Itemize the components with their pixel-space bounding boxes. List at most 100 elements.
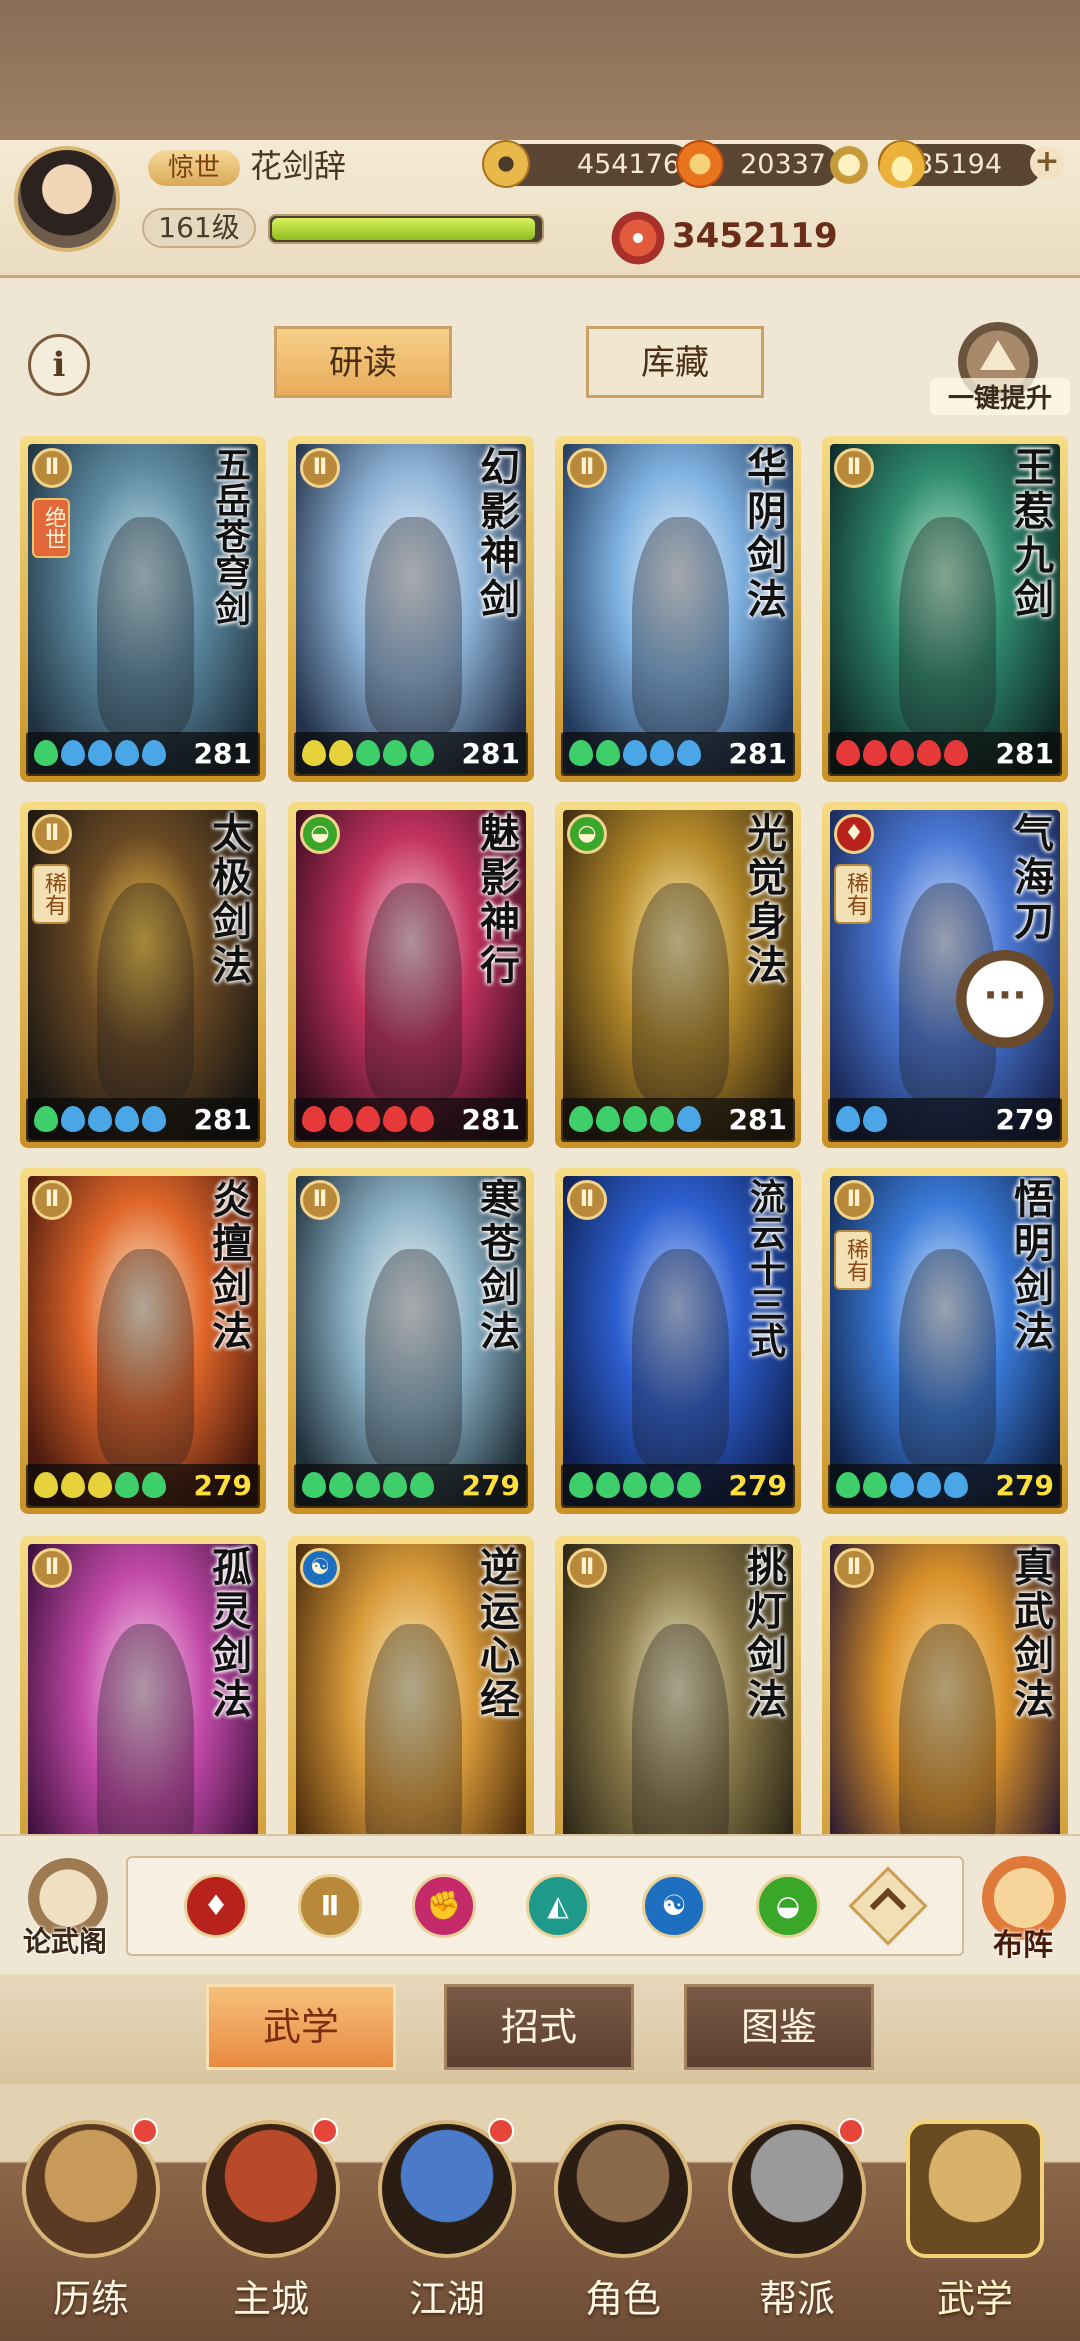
subtab-martial-arts[interactable]: 武学: [206, 1984, 396, 2070]
green-gem-icon: [329, 1472, 353, 1498]
card-stat-bar: 281: [26, 1098, 260, 1142]
lunwu-pavilion-button[interactable]: 论武阁: [10, 1858, 120, 1968]
martial-art-card[interactable]: Ⅱ 炎擅剑法 279: [20, 1168, 266, 1514]
green-gem-icon: [623, 1106, 647, 1132]
green-gem-icon: [383, 1472, 407, 1498]
card-name: 王惹九剑: [1007, 446, 1054, 622]
martial-art-card[interactable]: Ⅱ 挑灯剑法: [555, 1536, 801, 1834]
sword-type-icon: Ⅱ: [32, 448, 72, 488]
card-level: 281: [995, 737, 1054, 770]
card-rarity-badge: 稀有: [834, 864, 872, 924]
green-gem-icon: [115, 1472, 139, 1498]
card-level: 279: [995, 1103, 1054, 1136]
green-gem-icon: [650, 1106, 674, 1132]
martial-art-card[interactable]: ☯ 逆运心经: [288, 1536, 534, 1834]
blue-gem-icon: [863, 1106, 887, 1132]
lightfoot-type-icon: ◒: [300, 814, 340, 854]
martial-art-card[interactable]: Ⅱ 真武剑法: [822, 1536, 1068, 1834]
green-gem-icon: [569, 740, 593, 766]
sword-type-icon: Ⅱ: [32, 814, 72, 854]
blue-gem-icon: [115, 740, 139, 766]
spirit-leaf-icon: [676, 140, 724, 188]
card-name: 悟明剑法: [1007, 1178, 1054, 1354]
martial-art-card[interactable]: Ⅱ 寒苍剑法 279: [288, 1168, 534, 1514]
card-name: 炎擅剑法: [205, 1178, 252, 1354]
red-gem-icon: [917, 740, 941, 766]
card-level: 281: [193, 737, 252, 770]
blade-filter-icon[interactable]: ♦: [184, 1874, 248, 1938]
red-gem-icon: [944, 740, 968, 766]
blue-gem-icon: [115, 1106, 139, 1132]
martial-art-card[interactable]: Ⅱ 孤灵剑法: [20, 1536, 266, 1834]
green-gem-icon: [623, 1472, 647, 1498]
nav-label: 历练: [52, 2277, 129, 2321]
inner-filter-icon[interactable]: ☯: [642, 1874, 706, 1938]
martial-art-card[interactable]: ◒ 魅影神行 281: [288, 802, 534, 1148]
inner-type-icon: ☯: [300, 1548, 340, 1588]
blue-gem-icon: [61, 740, 85, 766]
recharge-plus-button[interactable]: +: [1030, 146, 1064, 180]
sword-type-icon: Ⅱ: [300, 448, 340, 488]
card-stat-bar: 279: [26, 1464, 260, 1508]
lightfoot-filter-icon[interactable]: ◒: [756, 1874, 820, 1938]
martial-art-card[interactable]: Ⅱ 绝世 五岳苍穹剑 281: [20, 436, 266, 782]
green-gem-icon: [863, 1472, 887, 1498]
tab-study[interactable]: 研读: [274, 326, 452, 398]
card-stat-bar: 281: [294, 732, 528, 776]
card-rarity-badge: 绝世: [32, 498, 70, 558]
sword-type-icon: Ⅱ: [32, 1548, 72, 1588]
green-gem-icon: [836, 1472, 860, 1498]
chat-bubble-button[interactable]: ···: [956, 950, 1054, 1048]
top-status-band: [0, 0, 1080, 140]
fist-filter-icon[interactable]: ✊: [412, 1874, 476, 1938]
formation-button[interactable]: 布阵: [968, 1856, 1078, 1966]
card-level: 279: [728, 1469, 787, 1502]
player-avatar[interactable]: [14, 146, 120, 252]
combat-power-value: 3452119: [672, 216, 838, 256]
green-gem-icon: [410, 1472, 434, 1498]
card-rarity-badge: 稀有: [834, 1230, 872, 1290]
card-name: 华阴剑法: [740, 446, 787, 622]
green-gem-icon: [569, 1472, 593, 1498]
martial-art-card[interactable]: Ⅱ 流云十三式 279: [555, 1168, 801, 1514]
sword-type-icon: Ⅱ: [834, 1548, 874, 1588]
yellow-gem-icon: [329, 740, 353, 766]
subtab-codex[interactable]: 图鉴: [684, 1984, 874, 2070]
martial-art-card[interactable]: Ⅱ 华阴剑法 281: [555, 436, 801, 782]
subtab-moves[interactable]: 招式: [444, 1984, 634, 2070]
martial-art-card[interactable]: Ⅱ 幻影神剑 281: [288, 436, 534, 782]
card-level: 279: [193, 1469, 252, 1502]
nav-training[interactable]: 历练: [6, 2100, 176, 2330]
martial-art-card[interactable]: ◒ 光觉身法 281: [555, 802, 801, 1148]
blue-gem-icon: [677, 740, 701, 766]
blue-gem-icon: [142, 740, 166, 766]
sword-type-icon: Ⅱ: [300, 1180, 340, 1220]
martial-art-card[interactable]: Ⅱ 稀有 悟明剑法 279: [822, 1168, 1068, 1514]
info-button[interactable]: i: [28, 334, 90, 396]
card-rarity-badge: 稀有: [32, 864, 70, 924]
card-name: 光觉身法: [740, 812, 787, 988]
martial-art-card[interactable]: Ⅱ 王惹九剑 281: [822, 436, 1068, 782]
nav-character[interactable]: 角色: [538, 2100, 708, 2330]
xp-bar-fill: [272, 218, 535, 240]
nav-main-city[interactable]: 主城: [186, 2100, 356, 2330]
fan-filter-icon[interactable]: ◭: [526, 1874, 590, 1938]
card-name: 幻影神剑: [473, 446, 520, 622]
martial-art-card[interactable]: Ⅱ 稀有 太极剑法 281: [20, 802, 266, 1148]
sword-filter-icon[interactable]: Ⅱ: [298, 1874, 362, 1938]
red-gem-icon: [863, 740, 887, 766]
green-gem-icon: [34, 740, 58, 766]
nav-jianghu[interactable]: 江湖: [362, 2100, 532, 2330]
nav-guild[interactable]: 帮派: [712, 2100, 882, 2330]
card-name: 逆运心经: [473, 1546, 520, 1722]
card-stat-bar: 281: [294, 1098, 528, 1142]
card-name: 流云十三式: [744, 1178, 786, 1358]
lightfoot-type-icon: ◒: [567, 814, 607, 854]
tab-storage[interactable]: 库藏: [586, 326, 764, 398]
nav-martial-arts[interactable]: 武学: [890, 2100, 1060, 2330]
card-level: 281: [461, 1103, 520, 1136]
card-stat-bar: 279: [828, 1464, 1062, 1508]
combat-power-icon: [610, 210, 666, 266]
card-stat-bar: 281: [828, 732, 1062, 776]
card-name: 挑灯剑法: [740, 1546, 787, 1722]
